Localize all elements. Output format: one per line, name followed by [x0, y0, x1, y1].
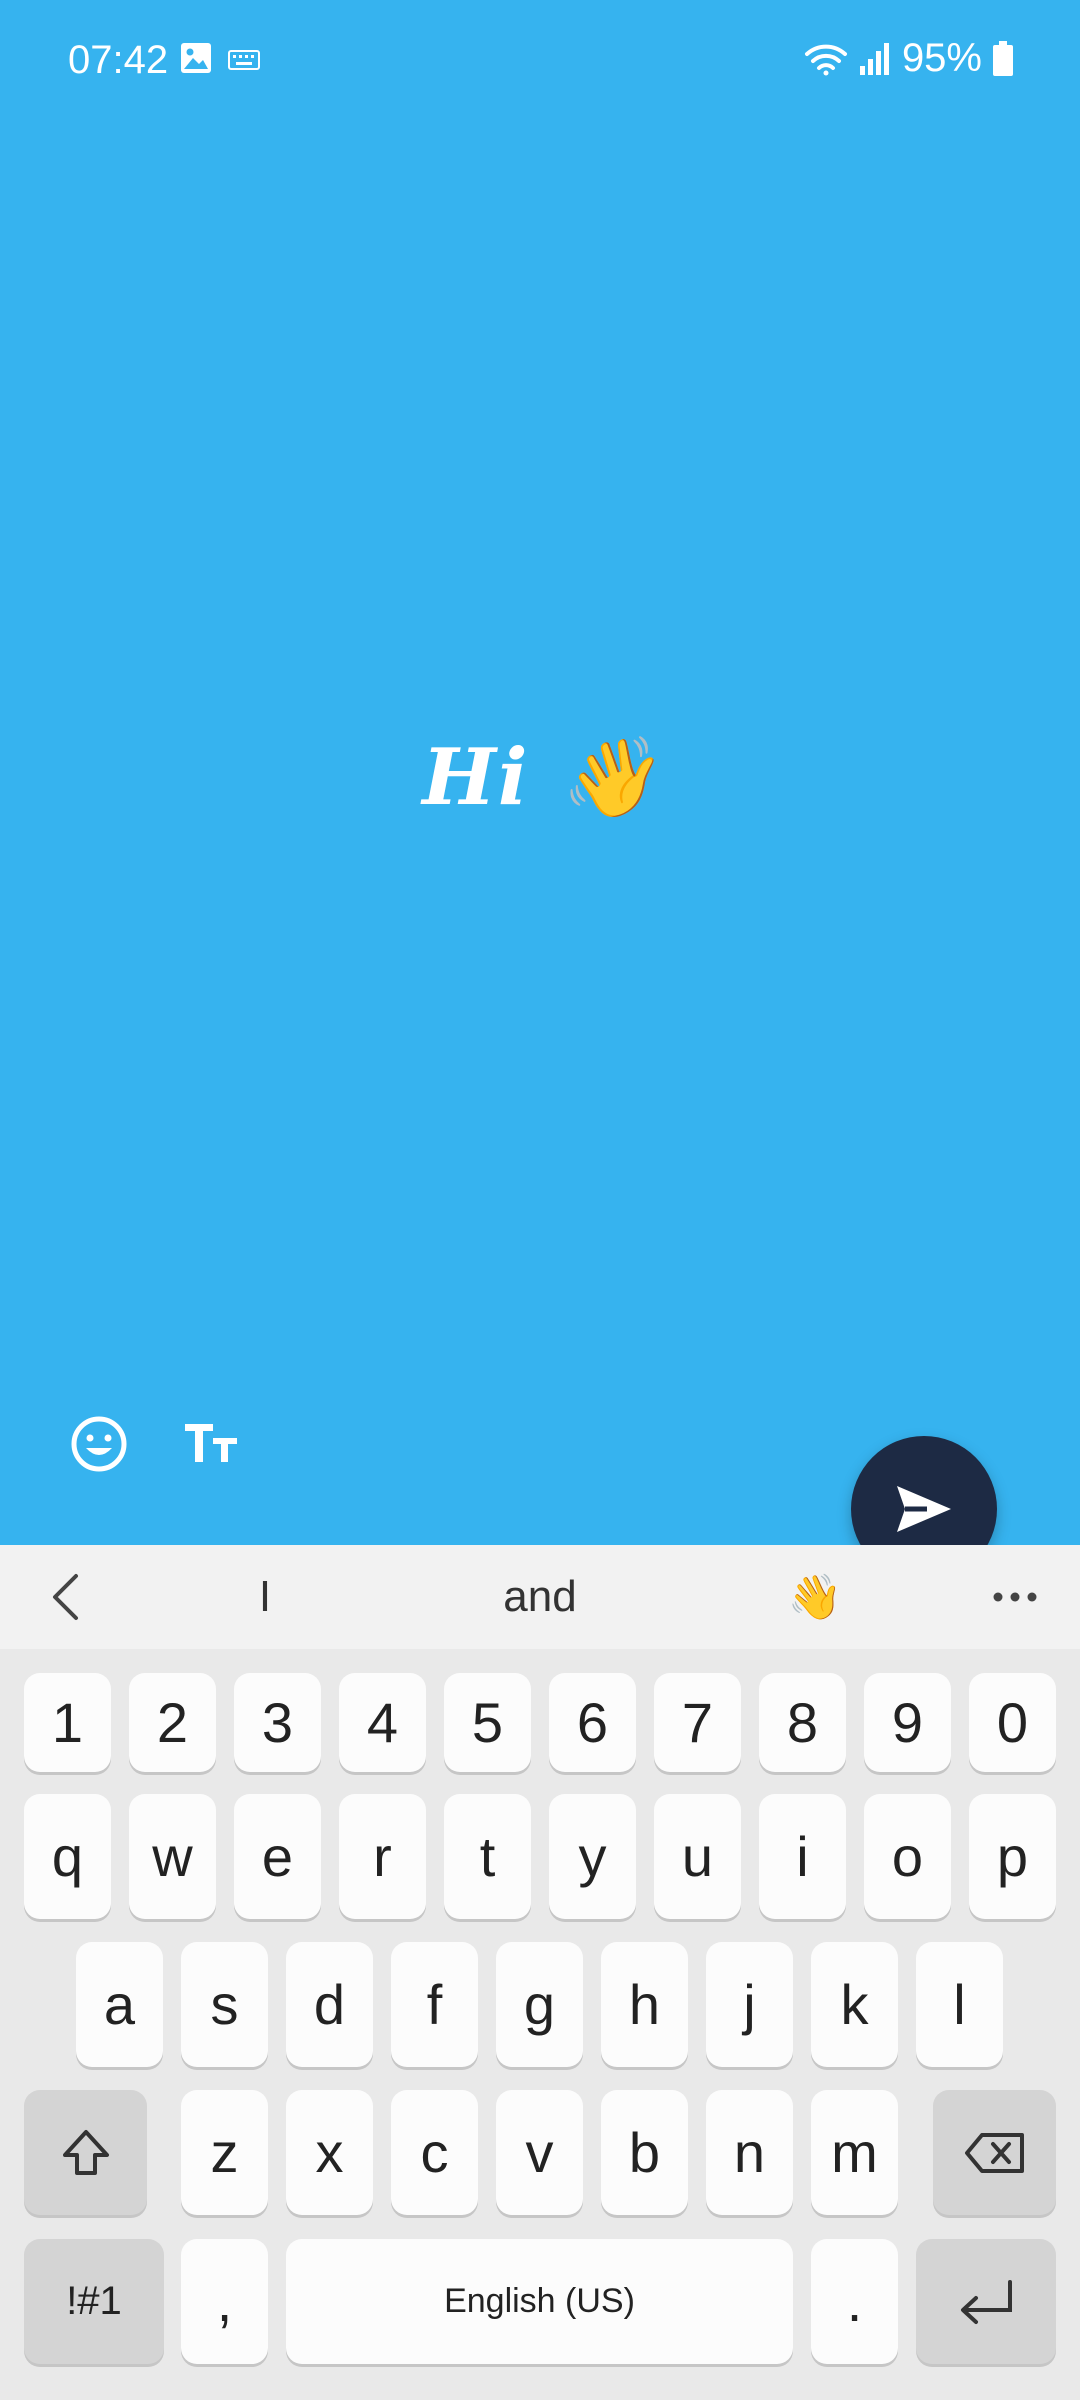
- more-horizontal-icon: [993, 1592, 1037, 1602]
- comma-key[interactable]: ,: [181, 2239, 268, 2364]
- text-style-icon[interactable]: [183, 1422, 239, 1466]
- key-0[interactable]: 0: [969, 1673, 1056, 1772]
- chevron-left-icon: [53, 1574, 78, 1620]
- key-f[interactable]: f: [391, 1942, 478, 2067]
- keyboard: 1 2 3 4 5 6 7 8 9 0 q w e r t y u i o p …: [0, 1649, 1080, 2400]
- key-o[interactable]: o: [864, 1794, 951, 1919]
- shift-icon: [62, 2129, 109, 2175]
- key-z[interactable]: z: [181, 2090, 268, 2215]
- key-6[interactable]: 6: [549, 1673, 636, 1772]
- key-t[interactable]: t: [444, 1794, 531, 1919]
- key-r[interactable]: r: [339, 1794, 426, 1919]
- key-y[interactable]: y: [549, 1794, 636, 1919]
- space-key[interactable]: English (US): [286, 2239, 793, 2364]
- key-c[interactable]: c: [391, 2090, 478, 2215]
- status-bar: 07:42 95%: [0, 0, 1080, 120]
- enter-key[interactable]: [916, 2239, 1056, 2364]
- key-5[interactable]: 5: [444, 1673, 531, 1772]
- key-e[interactable]: e: [234, 1794, 321, 1919]
- backspace-key[interactable]: [933, 2090, 1056, 2215]
- send-icon: [897, 1486, 951, 1532]
- key-w[interactable]: w: [129, 1794, 216, 1919]
- key-i[interactable]: i: [759, 1794, 846, 1919]
- keyboard-icon: [228, 50, 260, 70]
- key-7[interactable]: 7: [654, 1673, 741, 1772]
- suggestion-item[interactable]: 👋: [730, 1545, 900, 1649]
- key-q[interactable]: q: [24, 1794, 111, 1919]
- key-g[interactable]: g: [496, 1942, 583, 2067]
- key-9[interactable]: 9: [864, 1673, 951, 1772]
- story-canvas[interactable]: Hi 👋: [0, 120, 1080, 1582]
- status-time: 07:42: [68, 38, 169, 82]
- key-d[interactable]: d: [286, 1942, 373, 2067]
- shift-key[interactable]: [24, 2090, 147, 2215]
- suggestion-item[interactable]: and: [400, 1545, 680, 1649]
- enter-icon: [961, 2279, 1012, 2324]
- key-2[interactable]: 2: [129, 1673, 216, 1772]
- story-text[interactable]: Hi 👋: [0, 732, 1080, 824]
- key-8[interactable]: 8: [759, 1673, 846, 1772]
- key-x[interactable]: x: [286, 2090, 373, 2215]
- key-b[interactable]: b: [601, 2090, 688, 2215]
- key-3[interactable]: 3: [234, 1673, 321, 1772]
- key-h[interactable]: h: [601, 1942, 688, 2067]
- key-s[interactable]: s: [181, 1942, 268, 2067]
- battery-icon: [993, 40, 1013, 76]
- key-n[interactable]: n: [706, 2090, 793, 2215]
- backspace-icon: [964, 2132, 1024, 2173]
- key-1[interactable]: 1: [24, 1673, 111, 1772]
- period-key[interactable]: .: [811, 2239, 898, 2364]
- collapse-toolbar-button[interactable]: [20, 1545, 110, 1649]
- emoji-picker-icon[interactable]: [70, 1415, 128, 1473]
- key-v[interactable]: v: [496, 2090, 583, 2215]
- suggestion-item[interactable]: I: [180, 1545, 350, 1649]
- more-options-button[interactable]: [970, 1545, 1060, 1649]
- key-k[interactable]: k: [811, 1942, 898, 2067]
- key-a[interactable]: a: [76, 1942, 163, 2067]
- key-j[interactable]: j: [706, 1942, 793, 2067]
- key-4[interactable]: 4: [339, 1673, 426, 1772]
- key-p[interactable]: p: [969, 1794, 1056, 1919]
- gallery-icon: [181, 43, 211, 73]
- battery-percent: 95%: [901, 36, 982, 80]
- suggestion-bar: I and 👋: [0, 1545, 1080, 1649]
- key-u[interactable]: u: [654, 1794, 741, 1919]
- symbols-key[interactable]: !#1: [24, 2239, 164, 2364]
- wifi-icon: [804, 44, 847, 75]
- key-l[interactable]: l: [916, 1942, 1003, 2067]
- status-right: 95%: [804, 36, 1014, 81]
- signal-icon: [859, 42, 889, 75]
- key-m[interactable]: m: [811, 2090, 898, 2215]
